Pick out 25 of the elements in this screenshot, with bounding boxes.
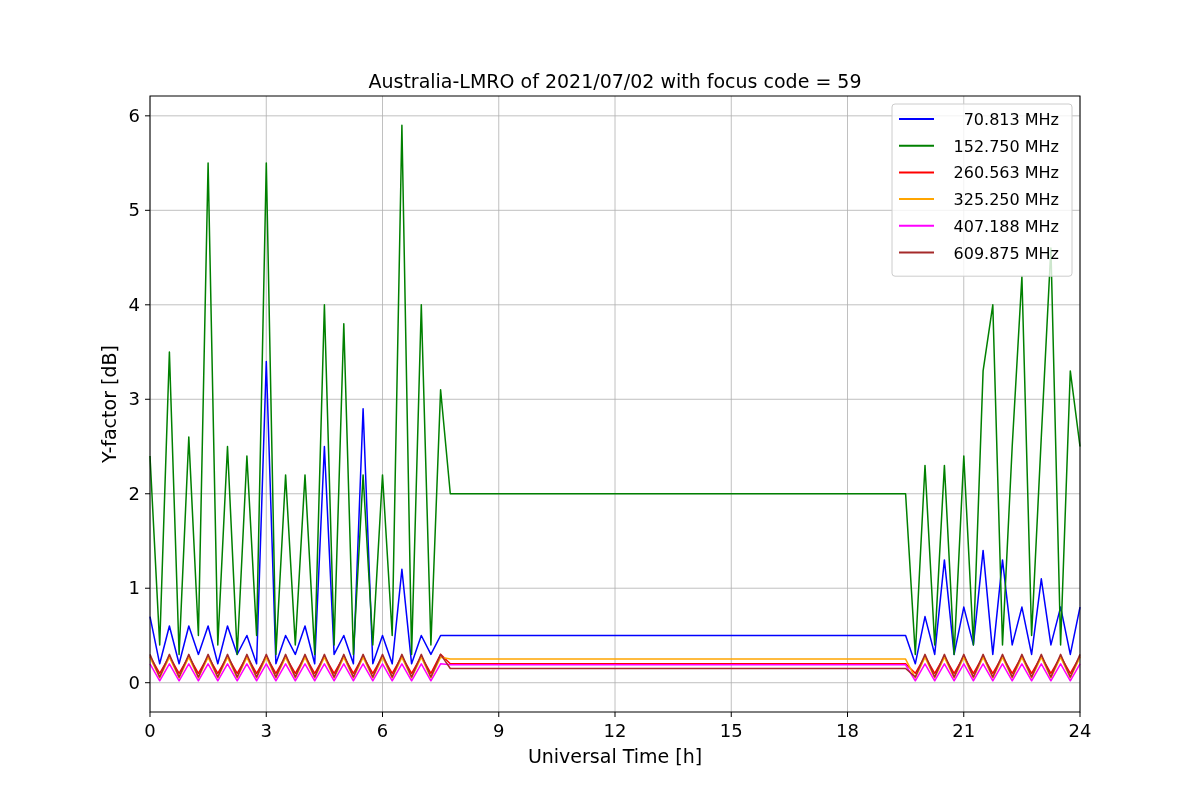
x-tick-label: 6 <box>376 720 389 741</box>
x-tick-label: 3 <box>260 720 272 741</box>
legend-label: 609.875 MHz <box>953 243 1059 263</box>
x-tick-label: 15 <box>719 720 743 741</box>
x-tick-label: 9 <box>493 720 505 741</box>
y-tick-label: 2 <box>128 482 140 504</box>
y-tick-label: 5 <box>128 199 140 221</box>
x-tick-label: 12 <box>603 720 627 741</box>
y-tick-label: 3 <box>128 388 140 410</box>
legend-label: 70.813 MHz <box>963 110 1059 129</box>
x-tick-label: 21 <box>952 720 976 741</box>
legend-label: 325.250 MHz <box>953 190 1059 210</box>
y-axis-label: Y-factor [dB] <box>98 345 120 463</box>
legend-label: 260.563 MHz <box>953 163 1059 183</box>
legend-label: 152.750 MHz <box>953 136 1059 156</box>
y-tick-label: 0 <box>128 671 140 693</box>
x-tick-label: 0 <box>144 720 156 741</box>
y-tick-label: 6 <box>128 104 140 126</box>
x-axis-label: Universal Time [h] <box>527 745 703 767</box>
x-tick-label: 18 <box>836 720 859 741</box>
x-tick-label: 24 <box>1068 720 1092 741</box>
y-tick-label: 1 <box>128 577 140 599</box>
chart-title: Australia-LMRO of 2021/07/02 with focus code = 59 <box>368 70 862 92</box>
y-tick-label: 4 <box>128 293 140 315</box>
legend-label: 407.188 MHz <box>953 216 1059 236</box>
